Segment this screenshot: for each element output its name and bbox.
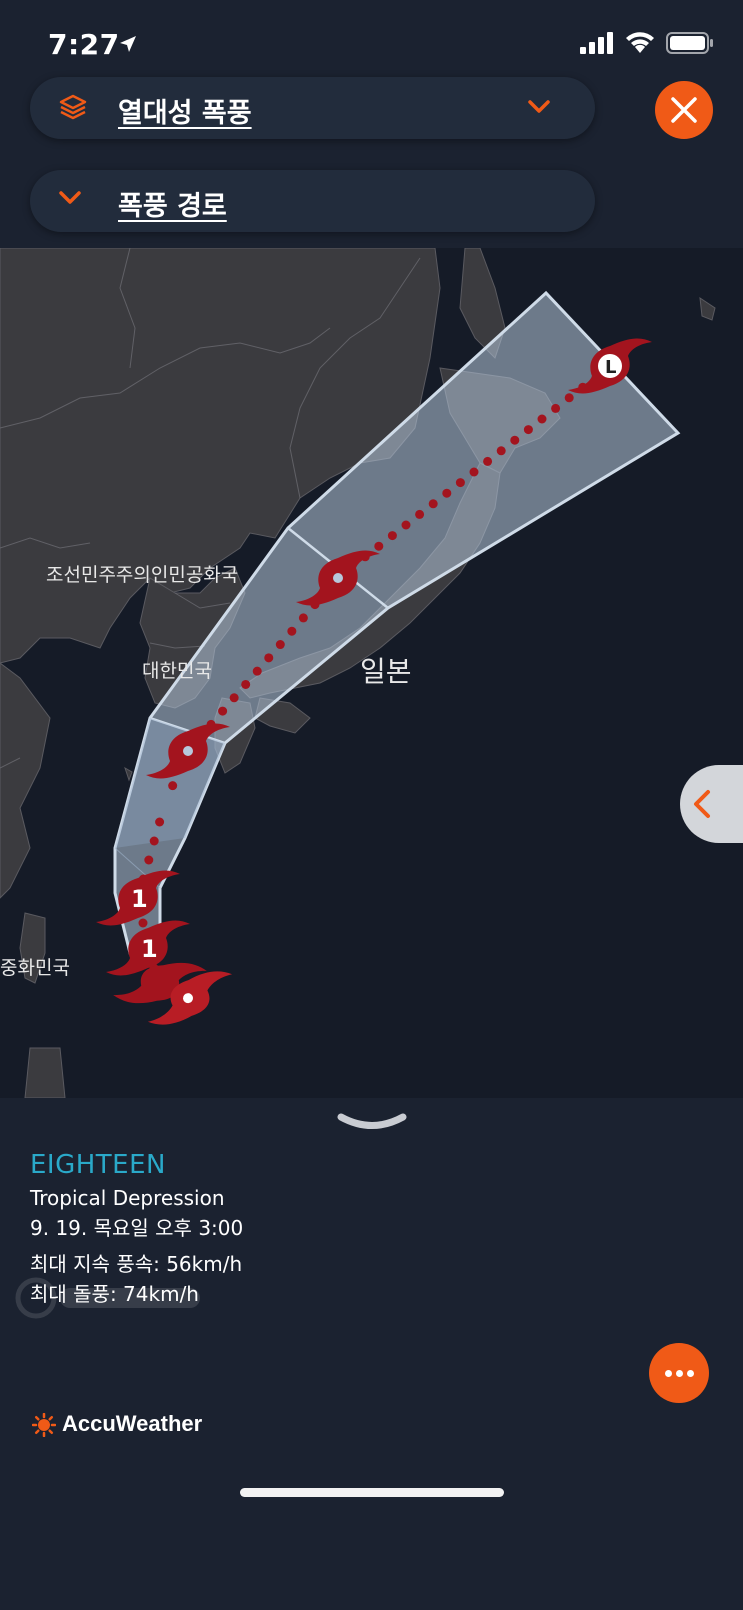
close-button[interactable] [655, 81, 713, 139]
map-label-north-korea: 조선민주주의인민공화국 [46, 564, 239, 586]
storm-marker-4-label: 1 [141, 935, 158, 963]
storm-track-label: 폭풍 경로 [118, 191, 227, 222]
chevron-down-icon [528, 100, 550, 113]
track-dot [496, 446, 506, 456]
close-icon [671, 97, 697, 123]
track-dot [428, 499, 438, 509]
track-dot [298, 613, 308, 623]
track-dot [469, 467, 479, 477]
panel-collapse-handle[interactable] [337, 1112, 407, 1134]
track-dot [264, 653, 274, 663]
storm-marker-3-label: 1 [131, 885, 148, 913]
track-dot [442, 488, 452, 498]
wifi-icon [626, 32, 654, 53]
track-dot [138, 918, 148, 928]
storm-track-toggle[interactable]: 폭풍 경로 [30, 170, 595, 232]
location-arrow-icon [120, 36, 136, 52]
storm-type: Tropical Depression [30, 1186, 225, 1210]
track-dot [287, 626, 297, 636]
track-dot [252, 666, 262, 676]
chevron-left-icon [694, 790, 710, 818]
track-dot [523, 425, 533, 435]
map-label-japan: 일본 [360, 655, 412, 688]
track-dot [551, 403, 561, 413]
track-dot [149, 836, 159, 846]
track-dot [415, 509, 425, 519]
track-dot [564, 393, 574, 403]
storm-marker-0-label: L [605, 357, 616, 378]
storm-marker-3: 1 [96, 870, 180, 926]
track-dot [275, 640, 285, 650]
map-label-south-korea: 대한민국 [142, 660, 212, 682]
status-time: 7:27 [48, 28, 120, 61]
track-dot [455, 478, 465, 488]
storm-info-panel: EIGHTEEN Tropical Depression 9. 19. 목요일 … [0, 1098, 743, 1610]
track-dot [374, 541, 384, 551]
layers-icon [59, 94, 87, 120]
battery-icon [666, 32, 713, 54]
layer-selector-label: 열대성 폭풍 [118, 98, 252, 129]
track-dot [218, 706, 228, 716]
more-icon [665, 1370, 672, 1377]
track-dot [401, 520, 411, 530]
track-dot [510, 435, 520, 445]
storm-datetime: 9. 19. 목요일 오후 3:00 [30, 1216, 244, 1240]
track-dot [483, 456, 493, 466]
chevron-down-icon [59, 191, 81, 204]
sun-icon [32, 1413, 56, 1437]
track-dot [387, 531, 397, 541]
track-dot [229, 693, 239, 703]
track-dot [241, 679, 251, 689]
layer-selector[interactable]: 열대성 폭풍 [30, 77, 595, 139]
track-dot [155, 817, 165, 827]
storm-name: EIGHTEEN [30, 1150, 166, 1180]
map-label-taiwan: 중화민국 [0, 957, 70, 979]
status-bar: 7:27 [0, 0, 743, 80]
brand-name: AccuWeather [62, 1411, 203, 1436]
max-gust: 최대 돌풍: 74km/h [30, 1282, 199, 1306]
track-dot [144, 855, 154, 865]
track-dot [537, 414, 547, 424]
track-dot [168, 781, 178, 791]
storm-map[interactable]: L 1 1 조선민주주의인민공화국 대한민국 일본 중화민국 [0, 248, 743, 1098]
home-indicator[interactable] [240, 1488, 504, 1497]
max-sustained-wind: 최대 지속 풍속: 56km/h [30, 1252, 243, 1276]
cellular-signal-icon [580, 32, 613, 54]
more-options-button[interactable] [649, 1343, 709, 1403]
